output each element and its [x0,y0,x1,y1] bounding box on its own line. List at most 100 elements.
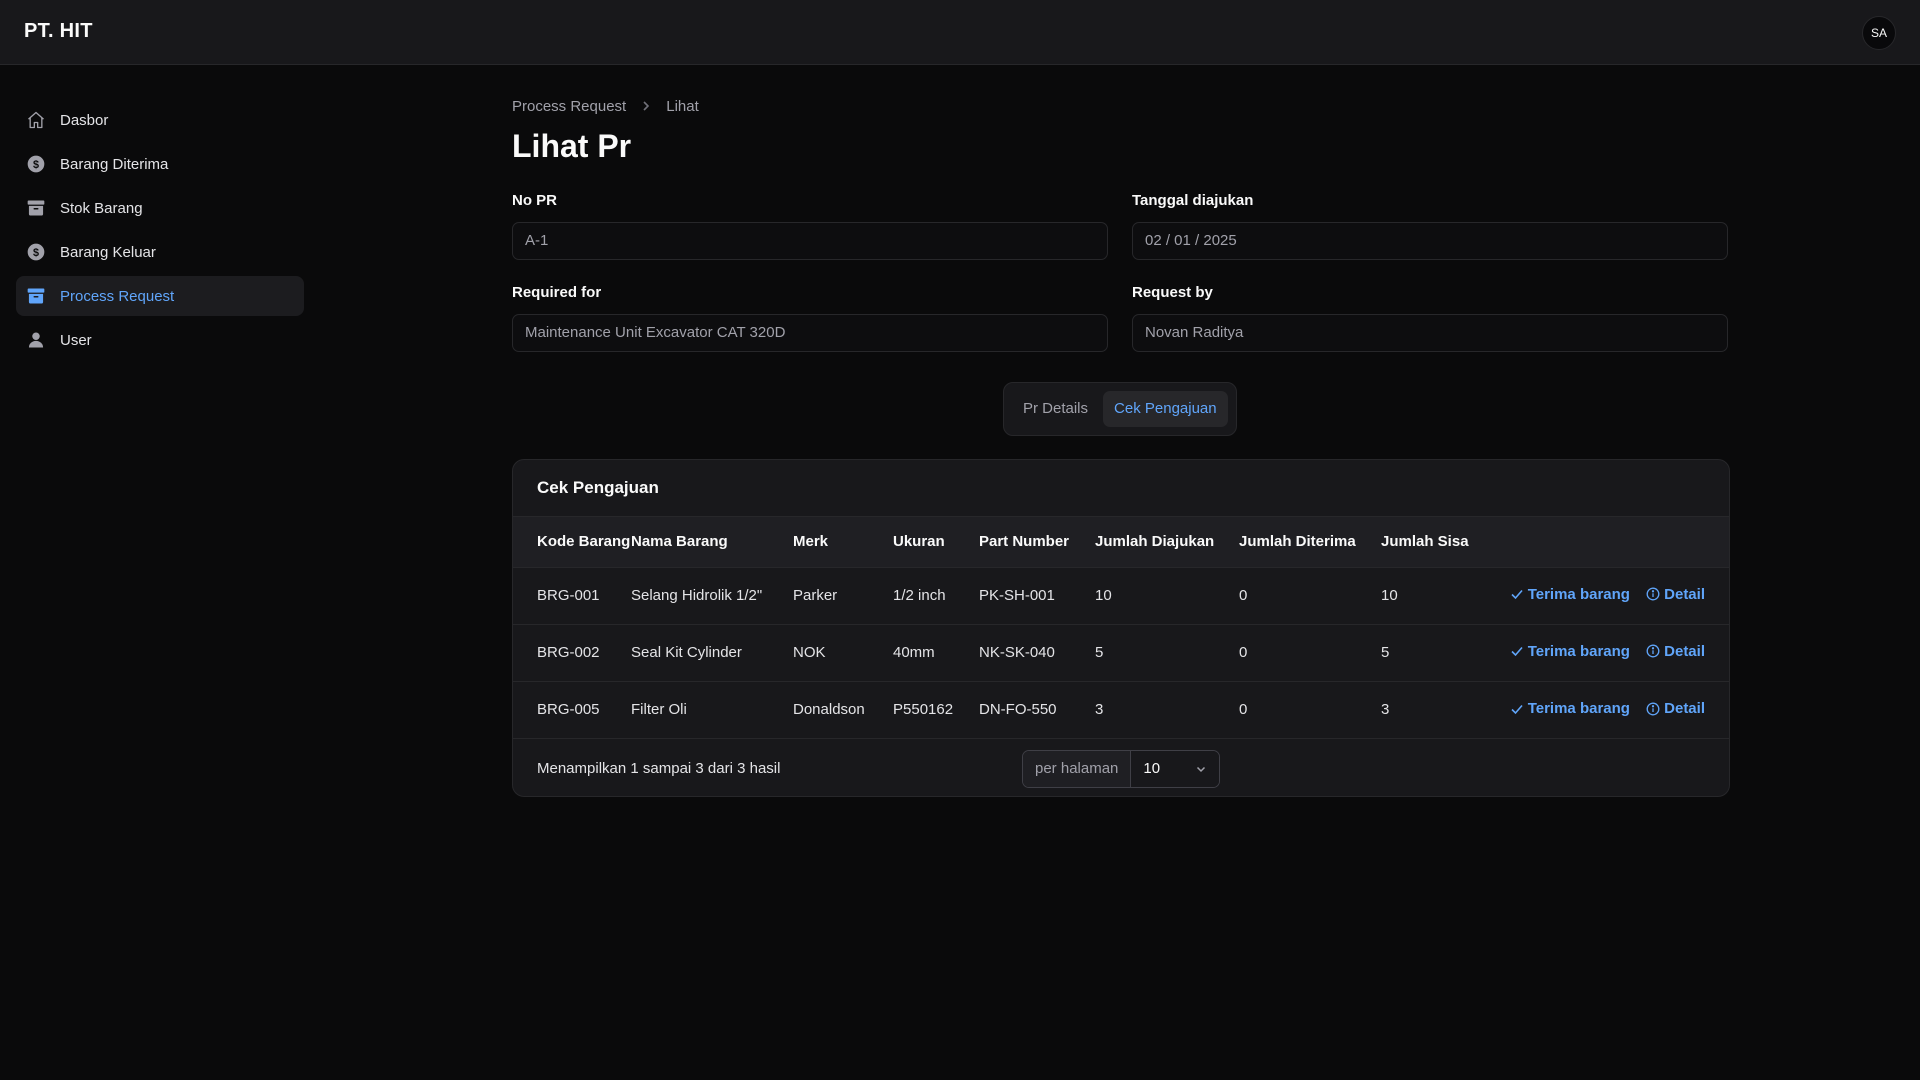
terima-barang-button[interactable]: Terima barang [1510,700,1630,717]
cell-nama-barang: Seal Kit Cylinder [631,644,742,661]
cell-ukuran: 40mm [893,644,935,661]
user-avatar[interactable]: SA [1862,16,1896,50]
terima-barang-button[interactable]: Terima barang [1510,586,1630,603]
table-row: BRG-001 Selang Hidrolik 1/2" Parker 1/2 … [513,567,1729,624]
table-row: BRG-005 Filter Oli Donaldson P550162 DN-… [513,681,1729,738]
home-icon [26,110,46,130]
request-by-label: Request by [1132,284,1213,301]
terima-barang-label: Terima barang [1527,642,1630,660]
cell-jumlah-diajukan: 10 [1095,587,1112,604]
card-title: Cek Pengajuan [513,460,1729,517]
cell-jumlah-diterima: 0 [1239,644,1248,661]
sidebar-item-label: Process Request [60,287,175,305]
table-header-row: Kode Barang Nama Barang Merk Ukuran Part… [513,517,1729,567]
sidebar: Dasbor $ Barang Diterima Stok Barang $ B… [16,100,304,364]
required-for-field: Required for Maintenance Unit Excavator … [512,284,1108,352]
cell-part-number: NK-SK-040 [979,644,1055,661]
required-for-input[interactable]: Maintenance Unit Excavator CAT 320D [512,314,1108,352]
page-title: Lihat Pr [512,128,632,164]
cell-jumlah-diajukan: 3 [1095,701,1104,719]
sidebar-item-label: Barang Keluar [60,243,156,261]
request-by-field: Request by Novan Raditya [1132,284,1728,352]
sidebar-item-dasbor[interactable]: Dasbor [16,100,304,140]
cell-nama-barang: Selang Hidrolik 1/2" [631,587,763,604]
archive-box-icon [26,286,46,306]
sidebar-item-process-request[interactable]: Process Request [16,276,304,316]
column-header[interactable]: Jumlah Diajukan [1095,517,1239,567]
info-icon [1646,587,1660,601]
column-header[interactable]: Merk [793,517,893,567]
breadcrumb-parent[interactable]: Process Request [512,98,626,115]
terima-barang-label: Terima barang [1527,700,1630,717]
column-header[interactable]: Part Number [979,517,1095,567]
tab-list: Pr Details Cek Pengajuan [1003,382,1237,436]
cell-kode-barang: BRG-001 [537,587,600,604]
row-actions: Terima barang Detail [1491,624,1729,681]
row-actions: Terima barang Detail [1491,681,1729,738]
dollar-circle-icon: $ [26,242,46,262]
cek-pengajuan-card: Cek Pengajuan Kode Barang Nama Barang Me… [512,459,1730,797]
cell-jumlah-diterima: 0 [1239,701,1248,719]
sidebar-item-barang-keluar[interactable]: $ Barang Keluar [16,232,304,272]
required-for-label: Required for [512,284,602,301]
svg-text:$: $ [33,159,39,171]
sidebar-item-stok-barang[interactable]: Stok Barang [16,188,304,228]
detail-label: Detail [1664,642,1705,660]
cell-jumlah-diterima: 0 [1239,587,1248,604]
info-icon [1646,702,1660,715]
cell-merk: Parker [793,587,838,604]
tab-cek-pengajuan[interactable]: Cek Pengajuan [1103,391,1228,427]
sidebar-item-barang-diterima[interactable]: $ Barang Diterima [16,144,304,184]
detail-label: Detail [1664,585,1705,603]
table-row: BRG-002 Seal Kit Cylinder NOK 40mm NK-SK… [513,624,1729,681]
column-header[interactable]: Nama Barang [631,517,793,567]
per-page-select[interactable]: 10 [1131,751,1220,787]
detail-button[interactable]: Detail [1646,586,1705,603]
per-page-value: 10 [1143,760,1161,777]
cell-kode-barang: BRG-005 [537,701,600,719]
terima-barang-button[interactable]: Terima barang [1510,643,1630,660]
sidebar-item-user[interactable]: User [16,320,304,360]
items-table: Kode Barang Nama Barang Merk Ukuran Part… [513,517,1729,738]
cell-part-number: DN-FO-550 [979,701,1057,719]
cell-ukuran: P550162 [893,701,954,719]
cell-merk: Donaldson [793,701,865,719]
detail-button[interactable]: Detail [1646,643,1705,660]
chevron-right-icon [640,100,652,112]
cell-jumlah-sisa: 3 [1381,701,1390,719]
sidebar-item-label: User [60,331,92,349]
no-pr-field: No PR A-1 [512,192,1108,260]
cell-jumlah-diajukan: 5 [1095,644,1104,661]
detail-button[interactable]: Detail [1646,700,1705,717]
per-page-control: per halaman 10 [1022,750,1221,788]
tanggal-input[interactable]: 02 / 01 / 2025 [1132,222,1728,260]
column-header[interactable]: Kode Barang [513,517,631,567]
column-header[interactable]: Jumlah Sisa [1381,517,1491,567]
request-by-input[interactable]: Novan Raditya [1132,314,1728,352]
no-pr-label: No PR [512,192,557,209]
main-content: Process Request Lihat Lihat Pr No PR A-1… [512,96,1730,797]
pagination-summary: Menampilkan 1 sampai 3 dari 3 hasil [537,760,781,777]
brand-logo[interactable]: PT. HIT [24,20,93,43]
cell-merk: NOK [793,644,826,661]
column-header[interactable]: Ukuran [893,517,979,567]
terima-barang-label: Terima barang [1527,585,1630,603]
top-bar: PT. HIT SA [0,0,1920,65]
table-footer: Menampilkan 1 sampai 3 dari 3 hasil per … [513,738,1729,796]
breadcrumb-current: Lihat [666,97,699,115]
cell-ukuran: 1/2 inch [893,587,946,604]
actions-header [1491,517,1729,567]
column-header[interactable]: Jumlah Diterima [1239,517,1381,567]
user-icon [26,330,46,350]
check-icon [1511,704,1523,714]
cell-jumlah-sisa: 10 [1381,587,1398,604]
pr-form: No PR A-1 Tanggal diajukan 02 / 01 / 202… [512,192,1730,352]
per-page-label: per halaman [1023,751,1132,787]
cell-nama-barang: Filter Oli [631,701,687,719]
detail-label: Detail [1664,700,1705,717]
no-pr-input[interactable]: A-1 [512,222,1108,260]
info-icon [1646,644,1660,658]
tab-pr-details[interactable]: Pr Details [1012,391,1099,427]
archive-box-icon [26,198,46,218]
tanggal-field: Tanggal diajukan 02 / 01 / 2025 [1132,192,1728,260]
